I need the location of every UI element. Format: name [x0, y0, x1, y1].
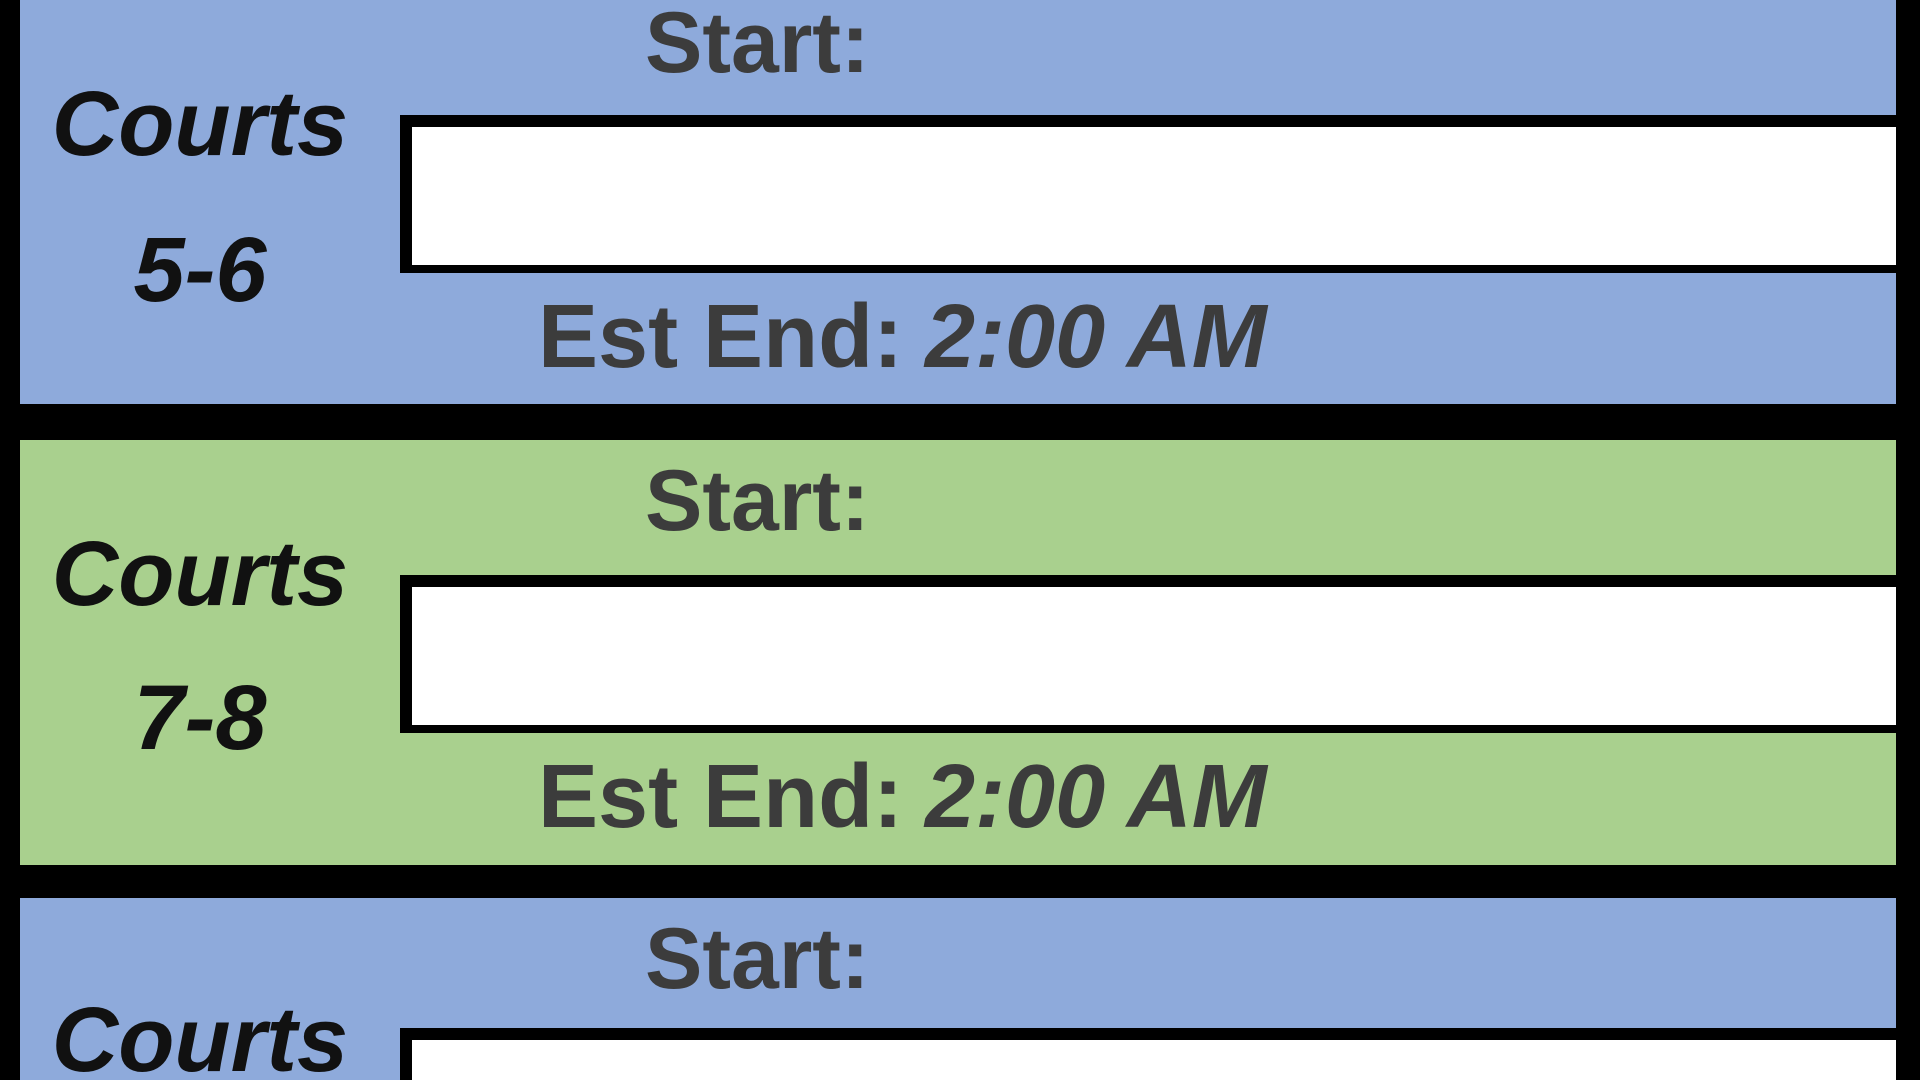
start-time-input[interactable]: [400, 575, 1896, 733]
est-end-value: 2:00 AM: [925, 747, 1267, 847]
courts-row-7-8: Courts 7-8 Start: Est End: 2:00 AM: [20, 440, 1896, 865]
est-end: Est End: 2:00 AM: [538, 292, 1267, 382]
courts-row-5-6: Courts 5-6 Start: Est End: 2:00 AM: [20, 0, 1896, 404]
start-time-input[interactable]: [400, 115, 1896, 273]
courts-label: Courts: [51, 73, 349, 175]
start-label: Start:: [645, 911, 870, 1007]
est-end-value: 2:00 AM: [925, 287, 1267, 387]
start-time-input[interactable]: [400, 1028, 1896, 1080]
courts-label: Courts: [51, 989, 349, 1080]
courts-row-next: Courts Start:: [20, 898, 1896, 1080]
court-schedule-sheet: Courts 5-6 Start: Est End: 2:00 AM Courts…: [0, 0, 1920, 1080]
start-label: Start:: [645, 453, 870, 549]
courts-label: Courts: [51, 523, 349, 625]
courts-range: 7-8: [133, 667, 267, 769]
est-end: Est End: 2:00 AM: [538, 752, 1267, 842]
est-end-label: Est End:: [538, 747, 904, 847]
est-end-label: Est End:: [538, 287, 904, 387]
courts-range: 5-6: [133, 219, 267, 321]
start-label: Start:: [645, 0, 870, 91]
